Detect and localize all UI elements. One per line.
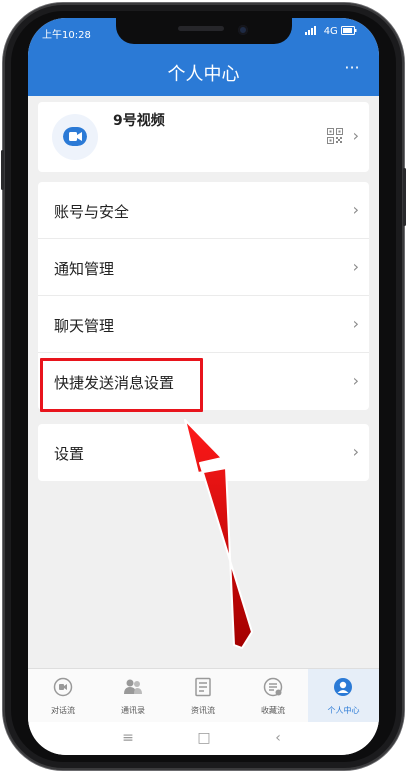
contacts-icon bbox=[124, 679, 142, 694]
avatar bbox=[52, 114, 98, 160]
status-network: 4G bbox=[304, 26, 358, 37]
tab-personal-center[interactable]: 个人中心 bbox=[308, 669, 379, 723]
menu-item-settings[interactable]: 设置 › bbox=[38, 424, 369, 481]
qr-code-icon[interactable] bbox=[327, 128, 343, 144]
chevron-right-icon: › bbox=[352, 371, 359, 390]
menu-item-account-security[interactable]: 账号与安全 › bbox=[38, 182, 369, 239]
menu-nav-icon[interactable]: ≡ bbox=[118, 728, 138, 748]
chevron-right-icon: › bbox=[352, 200, 359, 219]
chevron-right-icon: › bbox=[352, 126, 359, 145]
tab-label: 收藏流 bbox=[261, 706, 285, 715]
menu-item-label: 聊天管理 bbox=[54, 317, 115, 335]
tab-dialog[interactable]: 对话流 bbox=[28, 669, 98, 723]
highlight-box bbox=[40, 358, 203, 412]
home-nav-icon[interactable]: □ bbox=[194, 728, 214, 748]
profile-card[interactable]: 9号视频 › bbox=[38, 102, 369, 172]
chat-bubble-icon bbox=[63, 127, 87, 146]
chevron-right-icon: › bbox=[352, 314, 359, 333]
signal-icon bbox=[304, 26, 316, 35]
menu-group-settings: 设置 › bbox=[38, 424, 369, 481]
tab-label: 通讯录 bbox=[121, 706, 145, 715]
tab-favorites[interactable]: 收藏流 bbox=[238, 669, 308, 723]
news-icon bbox=[195, 677, 211, 697]
tab-label: 资讯流 bbox=[191, 706, 215, 715]
chevron-right-icon: › bbox=[352, 257, 359, 276]
front-camera bbox=[238, 25, 248, 35]
tab-label: 个人中心 bbox=[327, 706, 360, 715]
title-bar: 个人中心 ··· bbox=[28, 46, 379, 96]
menu-item-label: 设置 bbox=[54, 445, 85, 463]
phone-screen: 上午10:28 4G 个人中心 ··· 9号视频 › 账号与安全 › 通知管理 … bbox=[28, 18, 379, 755]
page-title: 个人中心 bbox=[167, 64, 240, 85]
system-nav-bar: ≡ □ ‹ bbox=[28, 722, 379, 755]
battery-icon bbox=[341, 26, 357, 35]
volume-button bbox=[1, 150, 4, 190]
camera-notch bbox=[116, 18, 292, 44]
network-type: 4G bbox=[323, 26, 338, 37]
chat-bubble-icon bbox=[53, 677, 73, 697]
menu-item-chat-management[interactable]: 聊天管理 › bbox=[38, 296, 369, 353]
bottom-tab-bar: 对话流 通讯录 资讯流 收藏流 个人中心 bbox=[28, 668, 379, 723]
status-time: 上午10:28 bbox=[42, 30, 91, 41]
power-button bbox=[403, 168, 406, 226]
tab-contacts[interactable]: 通讯录 bbox=[98, 669, 168, 723]
tab-news[interactable]: 资讯流 bbox=[168, 669, 238, 723]
more-menu-button[interactable]: ··· bbox=[339, 58, 365, 82]
profile-name: 9号视频 bbox=[113, 113, 165, 129]
menu-item-notification[interactable]: 通知管理 › bbox=[38, 239, 369, 296]
chevron-right-icon: › bbox=[352, 442, 359, 461]
favorites-icon bbox=[263, 677, 283, 697]
speaker-grille bbox=[178, 26, 224, 31]
tab-label: 对话流 bbox=[51, 706, 75, 715]
profile-icon bbox=[334, 678, 352, 696]
menu-item-label: 通知管理 bbox=[54, 260, 115, 278]
menu-item-label: 账号与安全 bbox=[54, 203, 130, 221]
back-nav-icon[interactable]: ‹ bbox=[268, 728, 288, 748]
